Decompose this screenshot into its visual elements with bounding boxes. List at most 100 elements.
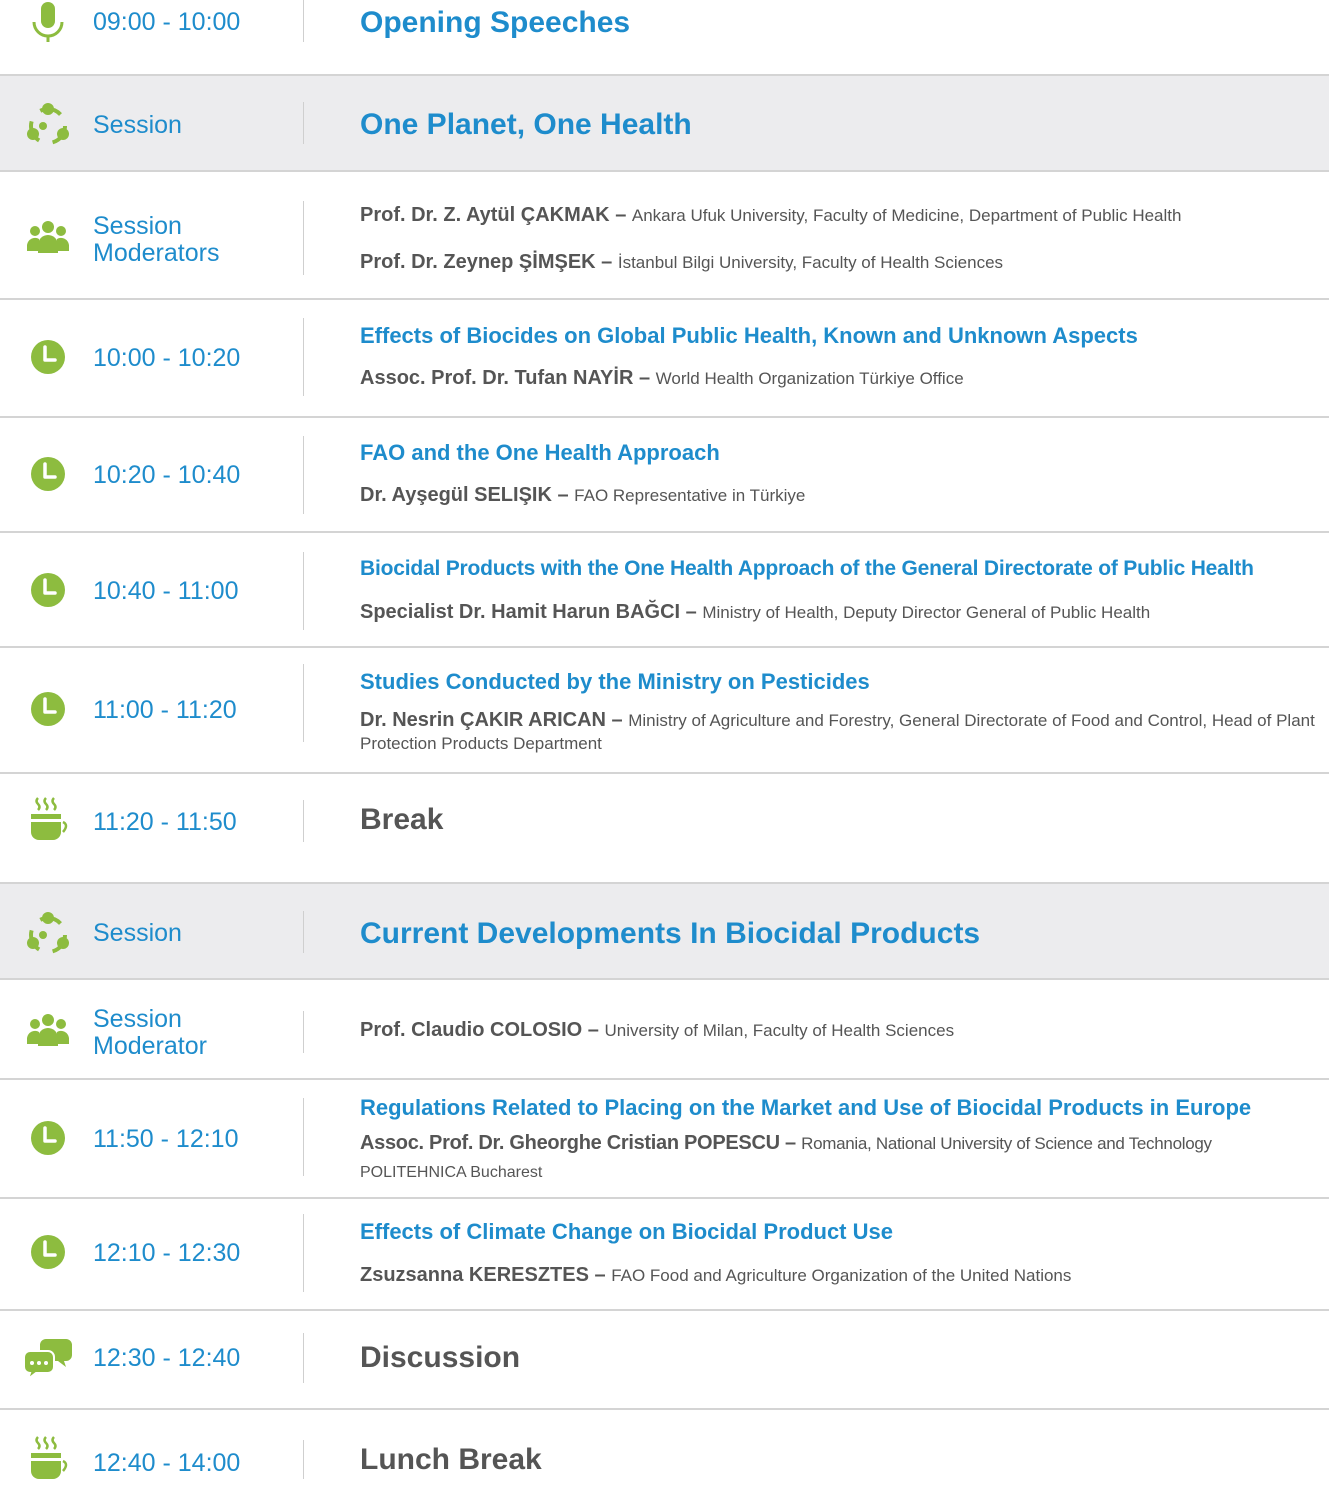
speaker-affiliation: Ministry of Health, Deputy Director Gene… <box>702 603 1151 622</box>
talk-time: 11:00 - 11:20 <box>93 696 237 724</box>
moderator-entry: Prof. Dr. Zeynep ŞİMŞEK – İstanbul Bilgi… <box>360 251 1003 274</box>
column-divider <box>303 0 304 42</box>
talk-time: 11:50 - 12:10 <box>93 1125 239 1153</box>
row-divider <box>0 298 1329 300</box>
moderators-label-line2: Moderators <box>93 239 220 267</box>
column-divider <box>303 1333 304 1383</box>
talk-title: Effects of Biocides on Global Public Hea… <box>360 323 1138 348</box>
dash: – <box>615 204 627 226</box>
talk-speaker: Assoc. Prof. Dr. Tufan NAYİR – World Hea… <box>360 367 964 390</box>
opening-time: 09:00 - 10:00 <box>93 8 241 36</box>
discussion-title: Discussion <box>360 1341 521 1374</box>
talk-title: Regulations Related to Placing on the Ma… <box>360 1095 1252 1120</box>
dash: – <box>587 1019 599 1041</box>
column-divider <box>303 1011 304 1053</box>
dash: – <box>601 251 613 273</box>
row-divider <box>0 170 1329 172</box>
moderator-entry: Prof. Dr. Z. Aytül ÇAKMAK – Ankara Ufuk … <box>360 204 1181 227</box>
column-divider <box>303 201 304 275</box>
clock-icon <box>22 683 74 735</box>
row-divider <box>0 772 1329 774</box>
row-divider <box>0 531 1329 533</box>
session-title: One Planet, One Health <box>360 108 692 141</box>
network-icon <box>22 909 74 961</box>
column-divider <box>303 800 304 842</box>
speaker-affiliation-line2: POLITEHNICA Bucharest <box>360 1164 543 1181</box>
column-divider <box>303 1440 304 1479</box>
row-divider <box>0 1078 1329 1080</box>
row-divider <box>0 1197 1329 1199</box>
talk-speaker: Specialist Dr. Hamit Harun BAĞCI – Minis… <box>360 601 1150 624</box>
moderator-label-line1: Session <box>93 1005 182 1033</box>
talk-title: Studies Conducted by the Ministry on Pes… <box>360 669 870 694</box>
session-label: Session <box>93 111 182 139</box>
clock-icon <box>22 1112 74 1164</box>
talk-speaker: Zsuzsanna KERESZTES – FAO Food and Agric… <box>360 1264 1071 1287</box>
speaker-name: Zsuzsanna KERESZTES <box>360 1264 589 1286</box>
column-divider <box>303 1214 304 1292</box>
moderator-name: Prof. Claudio COLOSIO <box>360 1019 583 1041</box>
row-divider <box>0 1408 1329 1410</box>
column-divider <box>303 102 304 144</box>
talk-time: 10:00 - 10:20 <box>93 344 241 372</box>
lunch-time: 12:40 - 14:00 <box>93 1449 241 1477</box>
session-label: Session <box>93 919 182 947</box>
speaker-name: Dr. Nesrin ÇAKIR ARICAN <box>360 709 606 731</box>
dash: – <box>785 1132 796 1154</box>
talk-title: Effects of Climate Change on Biocidal Pr… <box>360 1219 893 1244</box>
speaker-affiliation: FAO Representative in Türkiye <box>574 486 806 505</box>
clock-icon <box>22 448 74 500</box>
dash: – <box>638 367 651 389</box>
talk-title: Biocidal Products with the One Health Ap… <box>360 557 1254 580</box>
opening-title: Opening Speeches <box>360 6 631 39</box>
dash: – <box>557 484 569 506</box>
coffee-cup-icon <box>22 1435 74 1487</box>
column-divider <box>303 1098 304 1176</box>
discussion-time: 12:30 - 12:40 <box>93 1344 241 1372</box>
lunch-title: Lunch Break <box>360 1443 542 1476</box>
moderator-name: Prof. Dr. Z. Aytül ÇAKMAK <box>360 204 610 226</box>
speaker-affiliation: World Health Organization Türkiye Office <box>655 369 964 388</box>
moderator-name: Prof. Dr. Zeynep ŞİMŞEK <box>360 251 596 273</box>
speaker-name: Assoc. Prof. Dr. Tufan NAYİR <box>360 367 634 389</box>
clock-icon <box>22 564 74 616</box>
moderator-affiliation: Ankara Ufuk University, Faculty of Medic… <box>631 206 1182 225</box>
moderator-label-line2: Moderator <box>93 1032 207 1060</box>
talk-time: 10:40 - 11:00 <box>93 577 239 605</box>
talk-title: FAO and the One Health Approach <box>360 440 720 465</box>
talk-time: 12:10 - 12:30 <box>93 1239 241 1267</box>
row-divider <box>0 416 1329 418</box>
break-time: 11:20 - 11:50 <box>93 808 237 836</box>
break-title: Break <box>360 803 444 836</box>
talk-speaker: Dr. Ayşegül SELIŞIK – FAO Representative… <box>360 484 805 507</box>
moderator-affiliation: University of Milan, Faculty of Health S… <box>604 1021 955 1040</box>
network-icon <box>22 100 74 152</box>
column-divider <box>303 911 304 953</box>
column-divider <box>303 664 304 742</box>
session-title: Current Developments In Biocidal Product… <box>360 917 981 950</box>
speaker-name: Specialist Dr. Hamit Harun BAĞCI <box>360 601 681 623</box>
row-divider <box>0 1309 1329 1311</box>
talk-speaker: Dr. Nesrin ÇAKIR ARICAN – Ministry of Ag… <box>360 709 1320 755</box>
people-icon <box>22 213 74 265</box>
row-divider <box>0 978 1329 980</box>
talk-speaker: Assoc. Prof. Dr. Gheorghe Cristian POPES… <box>360 1132 1212 1155</box>
chat-bubbles-icon <box>22 1333 74 1385</box>
row-divider <box>0 646 1329 648</box>
speaker-affiliation: FAO Food and Agriculture Organization of… <box>611 1266 1072 1285</box>
dash: – <box>594 1264 606 1286</box>
column-divider <box>303 318 304 396</box>
talk-time: 10:20 - 10:40 <box>93 461 241 489</box>
dash: – <box>611 709 623 731</box>
column-divider <box>303 552 304 630</box>
moderator-entry: Prof. Claudio COLOSIO – University of Mi… <box>360 1019 954 1042</box>
moderator-affiliation: İstanbul Bilgi University, Faculty of He… <box>617 253 1004 272</box>
speaker-name: Dr. Ayşegül SELIŞIK <box>360 484 552 506</box>
moderators-label-line1: Session <box>93 212 182 240</box>
people-icon <box>22 1006 74 1058</box>
clock-icon <box>22 331 74 383</box>
speaker-name: Assoc. Prof. Dr. Gheorghe Cristian POPES… <box>360 1132 780 1154</box>
clock-icon <box>22 1226 74 1278</box>
column-divider <box>303 436 304 514</box>
dash: – <box>685 601 697 623</box>
